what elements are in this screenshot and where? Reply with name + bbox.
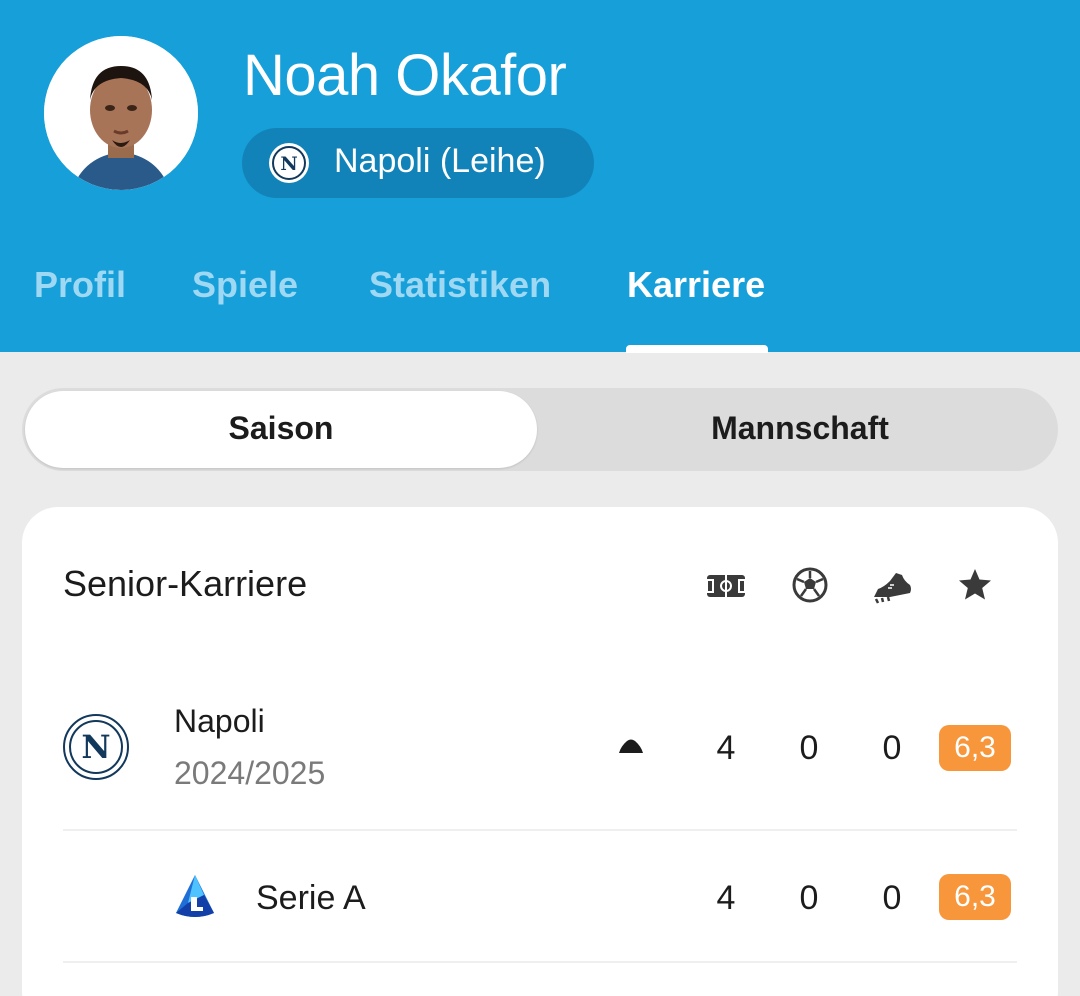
career-club-name[interactable]: Napoli: [174, 703, 265, 740]
current-club-label: Napoli (Leihe): [334, 142, 546, 180]
row-divider: [63, 961, 1017, 963]
svg-text:N: N: [81, 728, 110, 766]
senior-career-card: Senior-Karriere N Napoli 2024/2025 4 0 0…: [22, 507, 1058, 996]
competition-name[interactable]: Serie A: [256, 879, 366, 918]
tab-profil[interactable]: Profil: [34, 264, 126, 306]
star-icon: [953, 563, 997, 607]
assists-value: 0: [882, 729, 902, 767]
tab-spiele[interactable]: Spiele: [192, 264, 298, 306]
rating-badge: 6,3: [939, 725, 1011, 771]
player-avatar: [44, 36, 198, 190]
boot-icon: [870, 563, 914, 607]
active-tab-indicator: [626, 345, 768, 353]
apps-value: 4: [716, 879, 736, 917]
napoli-logo-icon: N: [269, 143, 309, 183]
goals-value: 0: [799, 879, 819, 917]
player-header: Noah Okafor N Napoli (Leihe) Profil Spie…: [0, 0, 1080, 353]
napoli-logo-icon: N: [62, 713, 130, 781]
goals-value: 0: [799, 729, 819, 767]
svg-text:N: N: [280, 153, 297, 175]
career-season: 2024/2025: [174, 755, 326, 791]
rating-badge: 6,3: [939, 874, 1011, 920]
segment-mannschaft[interactable]: Mannschaft: [544, 410, 1056, 447]
tab-statistiken[interactable]: Statistiken: [369, 264, 551, 306]
pitch-icon: [704, 563, 748, 607]
assists-value: 0: [882, 879, 902, 917]
tab-karriere[interactable]: Karriere: [627, 264, 765, 306]
ball-icon: [788, 563, 832, 607]
row-divider: [63, 829, 1017, 831]
view-segmented-control: Saison Mannschaft: [22, 388, 1058, 471]
card-title: Senior-Karriere: [63, 563, 308, 604]
segment-saison[interactable]: Saison: [25, 410, 537, 447]
current-club-badge[interactable]: N Napoli (Leihe): [242, 128, 594, 198]
apps-value: 4: [716, 729, 736, 767]
player-name: Noah Okafor: [243, 43, 567, 108]
collapse-chevron-icon[interactable]: [618, 737, 644, 755]
serie-a-logo-icon: [174, 873, 216, 921]
